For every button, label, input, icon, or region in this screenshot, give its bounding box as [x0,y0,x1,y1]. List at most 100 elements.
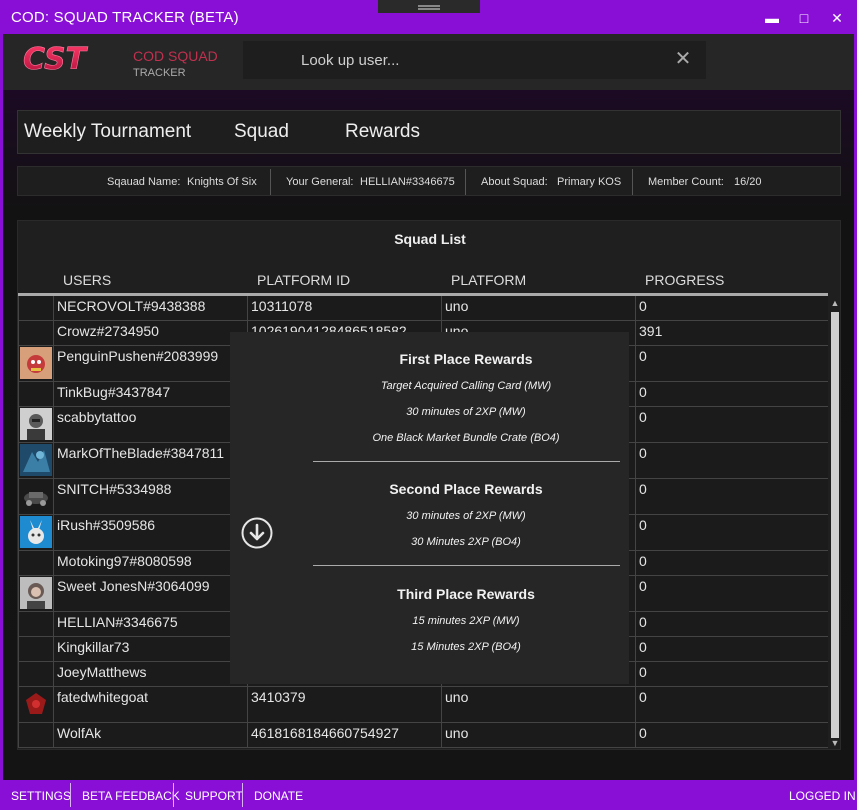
cell-user: PenguinPushen#2083999 [53,346,247,381]
cell-user: Motoking97#8080598 [53,551,247,575]
cell-platform: uno [441,723,635,747]
avatar-cell [18,296,53,320]
cell-progress: 0 [635,662,828,686]
column-header-progress[interactable]: PROGRESS [645,272,724,288]
cell-user: Crowz#2734950 [53,321,247,345]
close-window-button[interactable]: ✕ [827,8,847,28]
cell-progress: 0 [635,296,828,320]
minimize-button[interactable]: ▬ [762,8,782,28]
cell-user: iRush#3509586 [53,515,247,550]
main-nav: Weekly Tournament Squad Rewards [17,110,841,154]
reward-item: One Black Market Bundle Crate (BO4) [372,432,560,444]
reward-item: 30 minutes of 2XP (MW) [406,510,526,522]
reward-item: 15 Minutes 2XP (BO4) [411,641,521,653]
beta-feedback-link[interactable]: BETA FEEDBACK [82,789,180,803]
footer-bar: SETTINGS BETA FEEDBACK SUPPORT DONATE LO… [0,780,857,810]
cell-platform: uno [441,296,635,320]
avatar-cell [18,551,53,575]
scrollbar-thumb[interactable] [831,312,839,738]
about-label: About Squad: [481,176,548,188]
avatar-cell [18,443,53,478]
about-value: Primary KOS [557,176,622,188]
section-divider [313,565,620,566]
tab-rewards[interactable]: Rewards [345,121,420,143]
penguin-avatar [20,347,52,379]
reward-item: Target Acquired Calling Card (MW) [380,380,552,392]
cell-user: WolfAk [53,723,247,747]
cell-user: Sweet JonesN#3064099 [53,576,247,611]
section-divider [313,461,620,462]
table-row[interactable]: fatedwhitegoat 3410379 uno 0 [18,687,828,723]
reward-item: 30 minutes of 2XP (MW) [406,406,526,418]
avatar-cell [18,637,53,661]
brand-name: COD SQUAD [133,48,218,64]
app-window: COD: SQUAD TRACKER (BETA) ▬ □ ✕ CST COD … [0,0,857,810]
divider [632,169,633,195]
cst-logo: CST [23,42,89,74]
scroll-up-icon[interactable]: ▲ [830,298,840,308]
donate-link[interactable]: DONATE [254,789,303,803]
rabbit-avatar [20,516,52,548]
scroll-down-icon[interactable]: ▼ [830,738,840,748]
first-place-title: First Place Rewards [399,351,533,367]
tab-squad[interactable]: Squad [234,121,289,143]
avatar-cell [18,382,53,406]
svg-text:CST: CST [23,42,89,74]
user-search-input[interactable] [243,41,663,79]
column-header-platform-id[interactable]: PLATFORM ID [257,272,350,288]
squad-name-value: Knights Of Six [187,176,257,188]
avatar-cell [18,321,53,345]
cell-user: NECROVOLT#9438388 [53,296,247,320]
cell-user: SNITCH#5334988 [53,479,247,514]
rewards-overlay: First Place Rewards Target Acquired Call… [230,332,629,684]
reward-item: 15 minutes 2XP (MW) [412,615,520,627]
squad-info-bar: Sqauad Name: Knights Of Six Your General… [17,166,841,196]
title-bar[interactable]: COD: SQUAD TRACKER (BETA) ▬ □ ✕ [0,0,857,34]
squad-name-label: Sqauad Name: [107,176,181,188]
red-emblem-avatar [20,688,52,720]
maximize-button[interactable]: □ [794,8,814,28]
blue-art-avatar [20,444,52,476]
avatar-cell [18,515,53,550]
avatar-cell [18,687,53,722]
window-title: COD: SQUAD TRACKER (BETA) [11,9,239,26]
support-link[interactable]: SUPPORT [185,789,243,803]
app-header: CST COD SQUAD TRACKER ✕ [3,34,854,90]
reward-item: 30 Minutes 2XP (BO4) [411,536,521,548]
woman-avatar [20,577,52,609]
cell-user: MarkOfTheBlade#3847811 [53,443,247,478]
table-row[interactable]: NECROVOLT#9438388 10311078 uno 0 [18,296,828,321]
avatar-cell [18,407,53,442]
divider [270,169,271,195]
cell-user: Kingkillar73 [53,637,247,661]
cell-progress: 0 [635,723,828,747]
general-value: HELLIAN#3346675 [360,176,455,188]
column-header-platform[interactable]: PLATFORM [451,272,526,288]
general-label: Your General: [286,176,354,188]
cell-platform: uno [441,687,635,722]
member-count-label: Member Count: [648,176,724,188]
table-row[interactable]: WolfAk 4618168184660754927 uno 0 [18,723,828,748]
settings-link[interactable]: SETTINGS [11,789,71,803]
avatar-cell [18,479,53,514]
third-place-title: Third Place Rewards [397,586,535,602]
clear-search-icon[interactable]: ✕ [673,49,693,69]
vehicle-avatar [20,480,52,512]
list-scrollbar[interactable]: ▲ ▼ [829,296,840,749]
squad-list-title: Squad List [394,231,466,247]
brand-subtitle: TRACKER [133,67,186,79]
cell-user: scabbytattoo [53,407,247,442]
tab-weekly-tournament[interactable]: Weekly Tournament [24,121,191,143]
avatar-cell [18,723,53,747]
cell-platform-id: 3410379 [247,687,441,722]
cell-user: HELLIAN#3346675 [53,612,247,636]
avatar-cell [18,576,53,611]
cell-user: fatedwhitegoat [53,687,247,722]
portrait-avatar [20,408,52,440]
avatar-cell [18,346,53,381]
cell-user: TinkBug#3437847 [53,382,247,406]
column-header-users[interactable]: USERS [63,272,111,288]
avatar-cell [18,612,53,636]
window-drag-handle[interactable] [378,0,480,13]
cell-platform-id: 10311078 [247,296,441,320]
